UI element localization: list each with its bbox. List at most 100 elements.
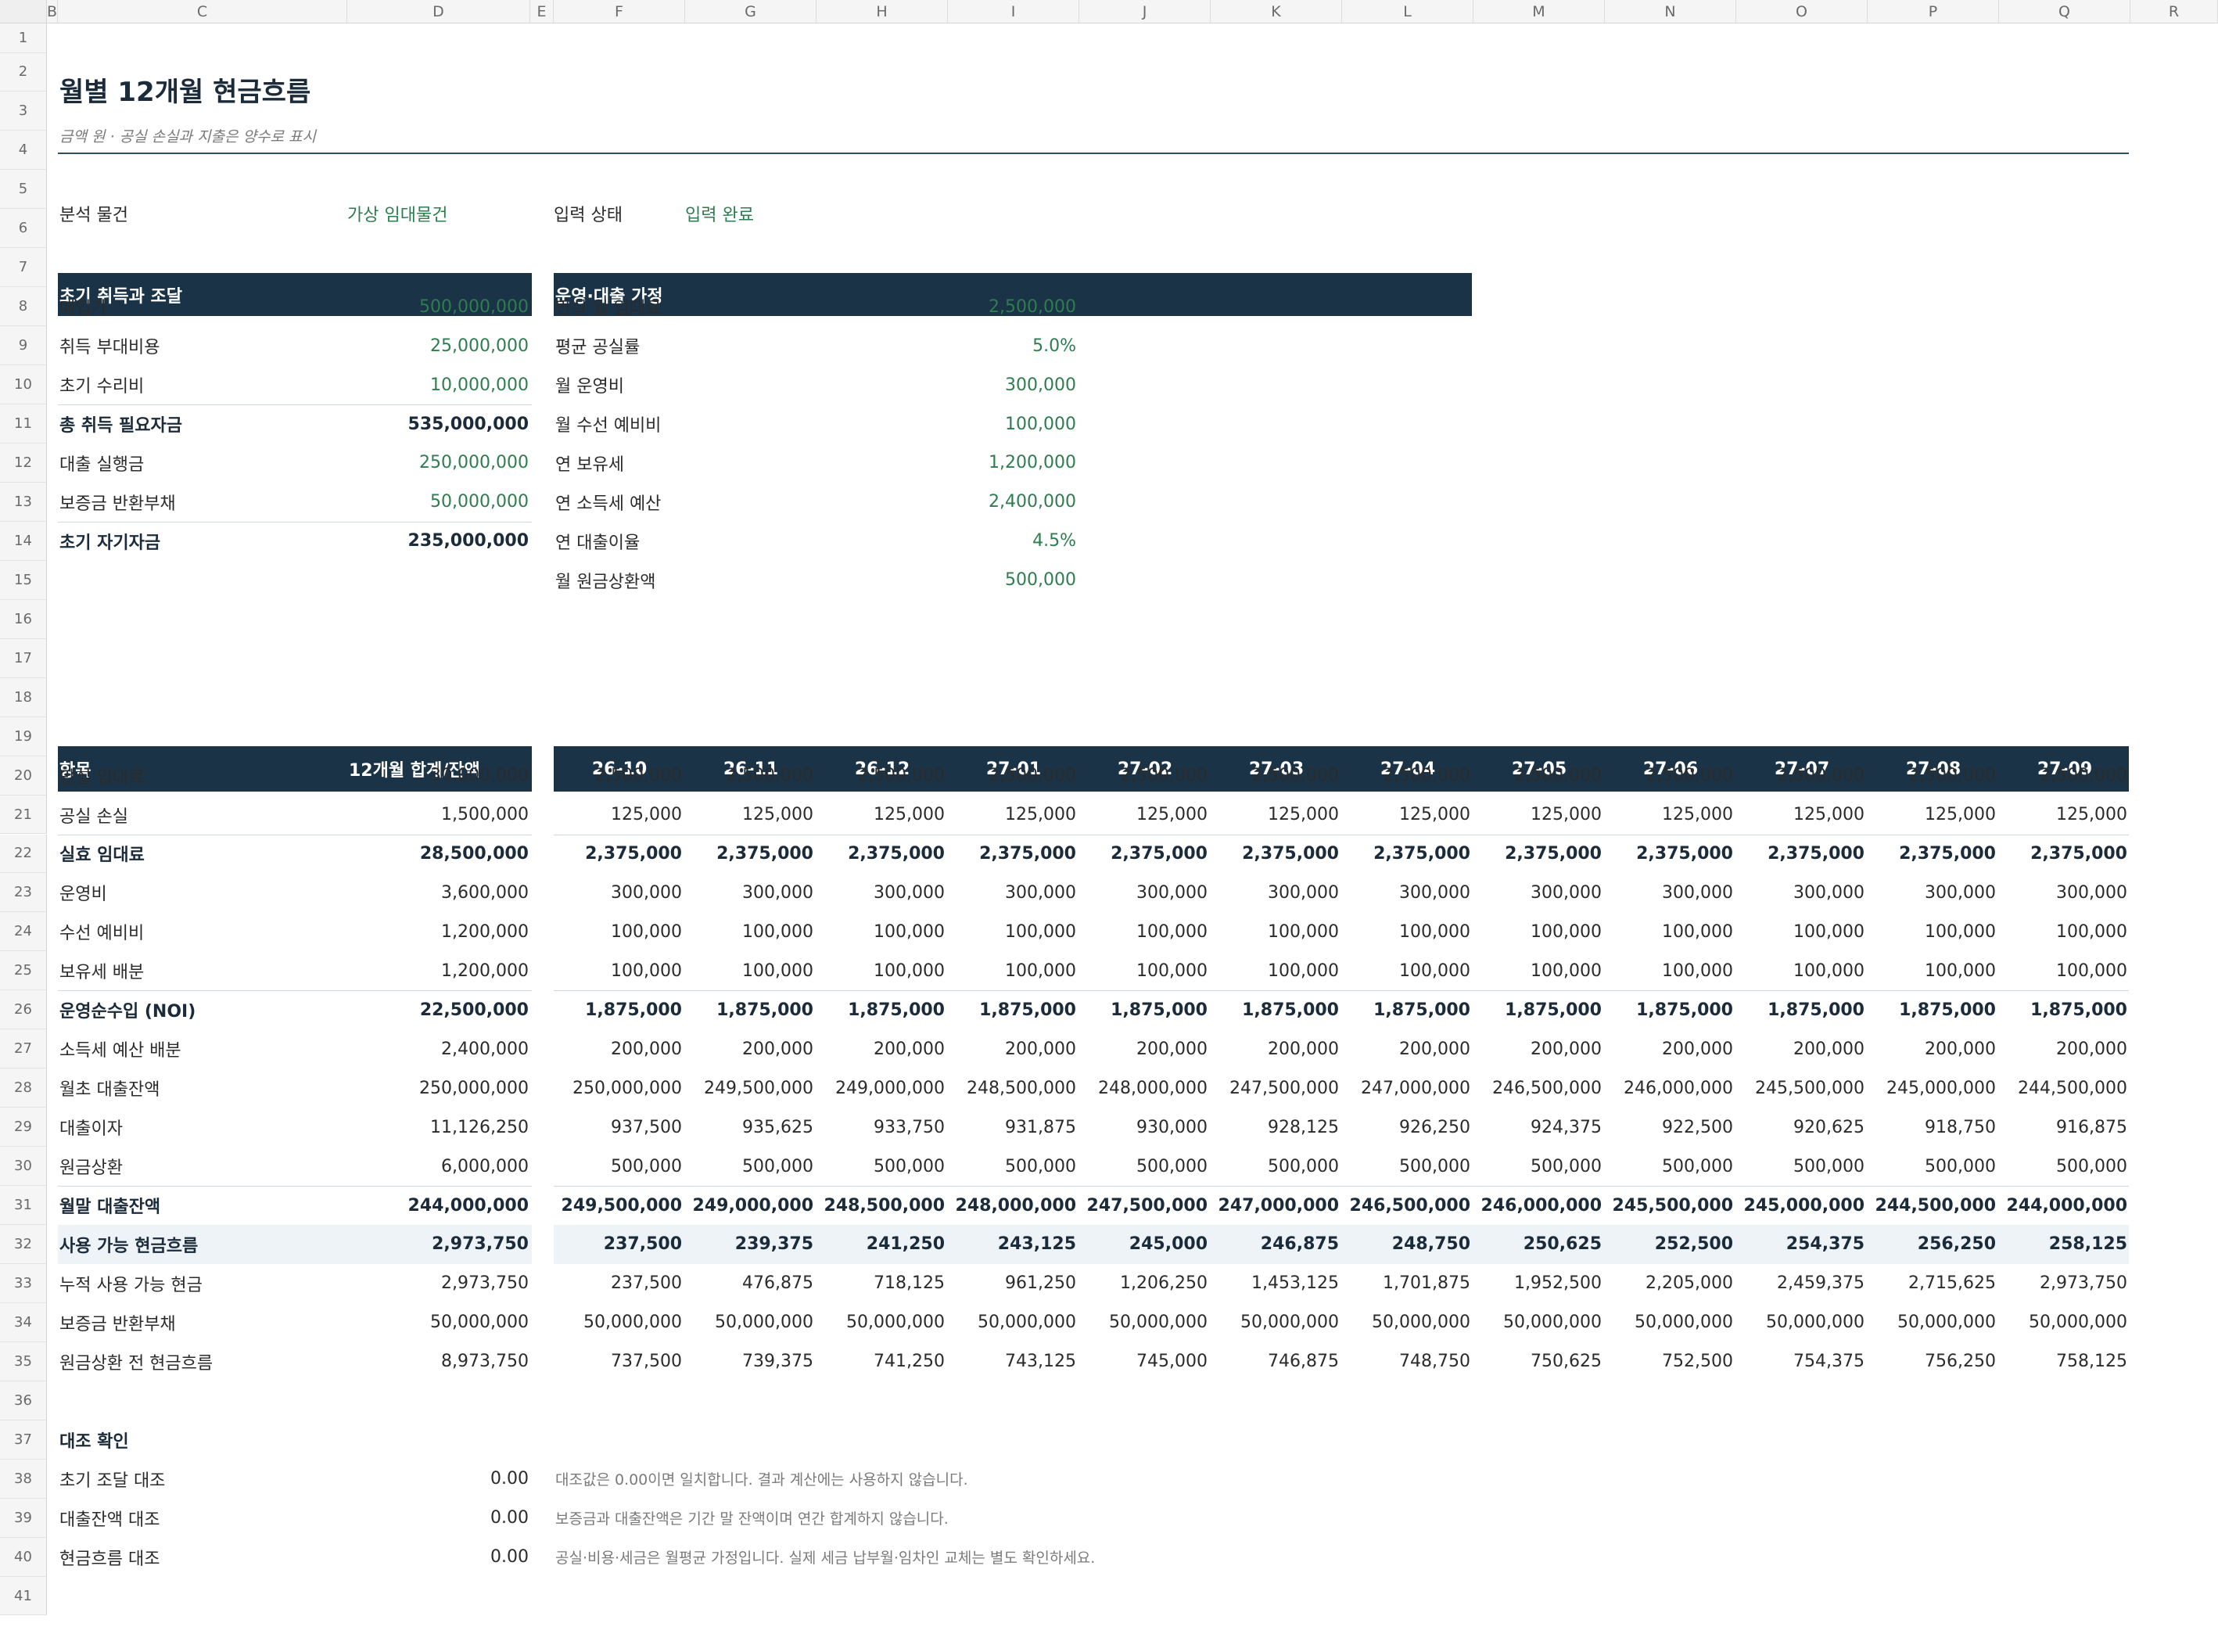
row-header-7[interactable]: 7	[0, 248, 47, 288]
row-header-30[interactable]: 30	[0, 1147, 47, 1187]
row-header-25[interactable]: 25	[0, 951, 47, 991]
row-header-17[interactable]: 17	[0, 638, 47, 678]
row-header-20[interactable]: 20	[0, 756, 47, 795]
acquisition-value-2[interactable]: 25,000,000	[347, 326, 530, 365]
row-header-15[interactable]: 15	[0, 560, 47, 600]
row-header-34[interactable]: 34	[0, 1302, 47, 1342]
row-header-27[interactable]: 27	[0, 1029, 47, 1069]
column-header-q[interactable]: Q	[1999, 0, 2130, 23]
acquisition-value-3[interactable]: 10,000,000	[347, 365, 530, 404]
cashflow-row-total: 1,200,000	[441, 921, 529, 942]
row-header-19[interactable]: 19	[0, 716, 47, 756]
column-header-l[interactable]: L	[1342, 0, 1473, 23]
row-header-11[interactable]: 11	[0, 404, 47, 444]
acquisition-value-5[interactable]: 250,000,000	[347, 444, 530, 483]
cashflow-cell-27-01: 1,875,000	[979, 1000, 1076, 1020]
cashflow-cell-27-02: 100,000	[1136, 921, 1208, 942]
assumption-value-7[interactable]: 4.5%	[816, 522, 1078, 561]
column-header-h[interactable]: H	[816, 0, 948, 23]
assumption-value-4[interactable]: 100,000	[816, 404, 1078, 444]
row-header-10[interactable]: 10	[0, 365, 47, 405]
assumption-value-5[interactable]: 1,200,000	[816, 444, 1078, 483]
column-header-g[interactable]: G	[685, 0, 816, 23]
acquisition-value-1[interactable]: 500,000,000	[347, 287, 530, 326]
column-header-o[interactable]: O	[1736, 0, 1868, 23]
reconciliation-label-1: 초기 조달 대조	[59, 1471, 166, 1491]
row-header-2[interactable]: 2	[0, 52, 47, 92]
cashflow-cell-27-05: 246,000,000	[1480, 1195, 1602, 1216]
row-header-31[interactable]: 31	[0, 1186, 47, 1225]
row-header-38[interactable]: 38	[0, 1459, 47, 1499]
spreadsheet: BCDEFGHIJKLMNOPQR 1 2 3 4 5 6 7 8 9 10 11 12 13 14 15 1…	[0, 0, 2218, 1652]
column-header-k[interactable]: K	[1211, 0, 1342, 23]
row-header-16[interactable]: 16	[0, 599, 47, 639]
cashflow-cell-26-12: 2,500,000	[857, 766, 945, 786]
cashflow-cell-27-04: 100,000	[1399, 961, 1470, 981]
row-header-21[interactable]: 21	[0, 795, 47, 835]
cashflow-cell-27-03: 125,000	[1268, 805, 1339, 825]
property-value[interactable]: 가상 임대물건	[347, 199, 447, 228]
column-header-n[interactable]: N	[1605, 0, 1736, 23]
assumption-value-1[interactable]: 2,500,000	[816, 287, 1078, 326]
column-header-e[interactable]: E	[530, 0, 554, 23]
cashflow-cell-27-03: 2,500,000	[1251, 766, 1339, 786]
row-header-3[interactable]: 3	[0, 92, 47, 131]
row-header-1[interactable]: 1	[0, 23, 47, 53]
cashflow-cell-27-02: 245,000	[1129, 1234, 1208, 1255]
row-header-33[interactable]: 33	[0, 1263, 47, 1303]
row-header-13[interactable]: 13	[0, 482, 47, 522]
row-header-37[interactable]: 37	[0, 1420, 47, 1460]
cashflow-cell-27-03: 246,875	[1260, 1234, 1339, 1255]
row-header-6[interactable]: 6	[0, 209, 47, 249]
cashflow-cell-27-08: 100,000	[1925, 921, 1996, 942]
row-header-41[interactable]: 41	[0, 1576, 47, 1616]
cashflow-cell-26-12: 125,000	[874, 805, 945, 825]
row-header-39[interactable]: 39	[0, 1498, 47, 1538]
cashflow-row-label: 원금상환	[59, 1158, 123, 1179]
row-header-35[interactable]: 35	[0, 1341, 47, 1381]
acquisition-value-6[interactable]: 50,000,000	[347, 483, 530, 522]
row-header-9[interactable]: 9	[0, 326, 47, 366]
row-header-23[interactable]: 23	[0, 873, 47, 913]
row-header-12[interactable]: 12	[0, 444, 47, 483]
column-header-c[interactable]: C	[58, 0, 347, 23]
row-header-14[interactable]: 14	[0, 521, 47, 561]
assumption-value-2[interactable]: 5.0%	[816, 326, 1078, 365]
assumption-value-3[interactable]: 300,000	[816, 365, 1078, 404]
cashflow-cell-27-09: 258,125	[2048, 1234, 2127, 1255]
cashflow-cell-27-03: 247,500,000	[1229, 1078, 1339, 1098]
cashflow-row-total: 3,600,000	[441, 882, 529, 903]
column-header-m[interactable]: M	[1473, 0, 1605, 23]
acquisition-label-2: 취득 부대비용	[59, 338, 160, 358]
row-header-29[interactable]: 29	[0, 1108, 47, 1147]
column-header-i[interactable]: I	[948, 0, 1079, 23]
row-header-36[interactable]: 36	[0, 1381, 47, 1420]
cashflow-cell-27-04: 500,000	[1399, 1156, 1470, 1176]
row-header-22[interactable]: 22	[0, 834, 47, 874]
cashflow-cell-26-12: 933,750	[874, 1117, 945, 1137]
row-header-8[interactable]: 8	[0, 287, 47, 327]
select-all-corner[interactable]	[0, 0, 47, 23]
status-value[interactable]: 입력 완료	[685, 199, 754, 228]
row-header-4[interactable]: 4	[0, 131, 47, 171]
column-header-j[interactable]: J	[1079, 0, 1211, 23]
column-header-r[interactable]: R	[2130, 0, 2218, 23]
column-header-f[interactable]: F	[554, 0, 685, 23]
cashflow-cell-27-08: 256,250	[1917, 1234, 1996, 1255]
assumption-value-6[interactable]: 2,400,000	[816, 483, 1078, 522]
column-header-p[interactable]: P	[1868, 0, 1999, 23]
column-header-b[interactable]: B	[47, 0, 58, 23]
row-header-24[interactable]: 24	[0, 912, 47, 952]
row-header-32[interactable]: 32	[0, 1225, 47, 1264]
cashflow-row-label: 월초 대출잔액	[59, 1080, 160, 1101]
row-header-40[interactable]: 40	[0, 1537, 47, 1577]
row-header-18[interactable]: 18	[0, 677, 47, 717]
assumption-value-8[interactable]: 500,000	[816, 561, 1078, 600]
column-header-d[interactable]: D	[347, 0, 530, 23]
row-header-28[interactable]: 28	[0, 1068, 47, 1108]
assumption-label-7: 연 대출이율	[555, 533, 641, 553]
row-header-26[interactable]: 26	[0, 990, 47, 1030]
cashflow-cell-27-08: 200,000	[1925, 1039, 1996, 1059]
cashflow-cell-27-04: 200,000	[1399, 1039, 1470, 1059]
row-header-5[interactable]: 5	[0, 170, 47, 210]
